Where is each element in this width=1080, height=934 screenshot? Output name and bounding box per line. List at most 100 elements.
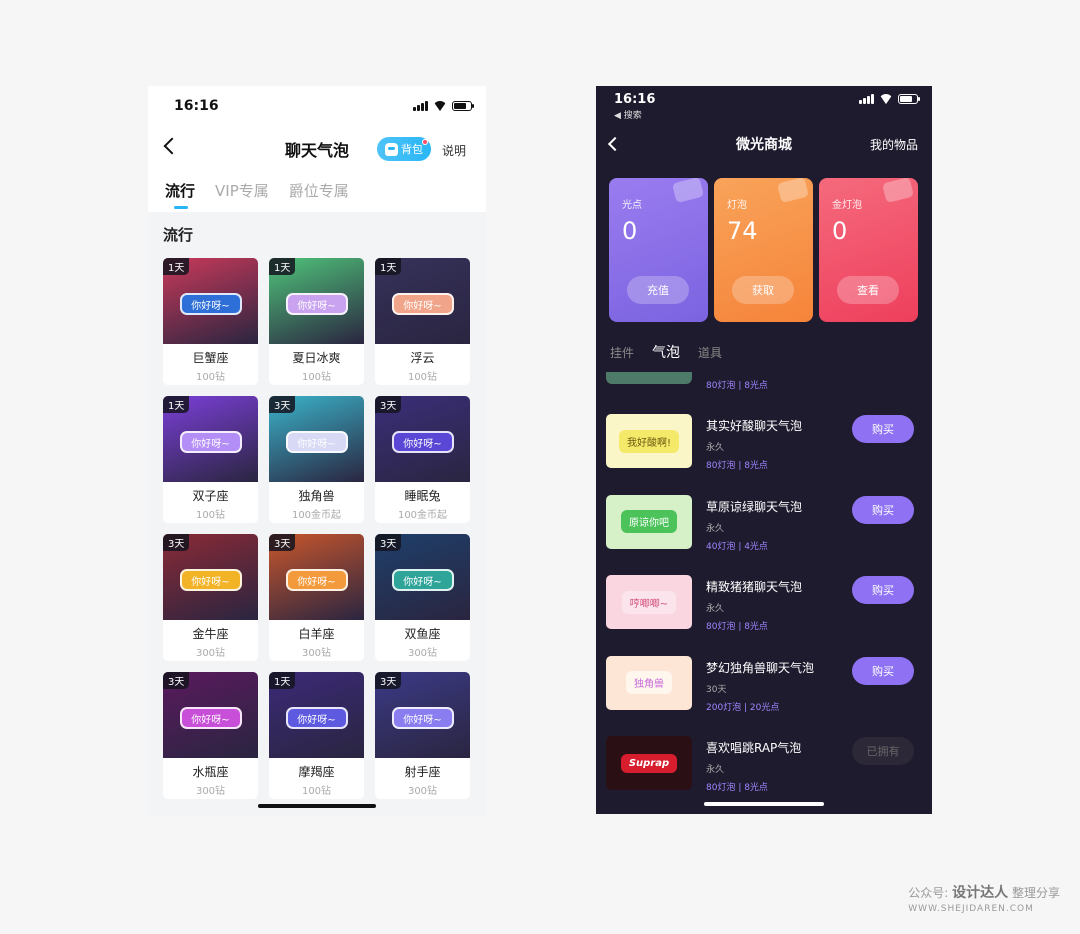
duration-badge: 1天: [269, 672, 296, 689]
currency-button[interactable]: 充值: [627, 276, 689, 304]
owned-button[interactable]: 已拥有: [852, 737, 914, 765]
bubble-name: 射手座: [404, 765, 441, 779]
currency-value: 74: [727, 217, 758, 245]
buy-button[interactable]: 购买: [852, 415, 914, 443]
bubble-price: 100钻: [301, 372, 332, 383]
item-price: 80灯泡 | 8光点: [706, 622, 768, 632]
bubble-preview: 3天 你好呀~: [375, 534, 470, 620]
currency-value: 0: [622, 217, 638, 245]
bubble-price: 100金币起: [291, 510, 342, 521]
duration-badge: 1天: [269, 258, 296, 275]
tab-vip[interactable]: VIP专属: [215, 180, 269, 205]
bubble-name: 摩羯座: [298, 765, 335, 779]
wifi-icon: [879, 94, 893, 104]
item-thumbnail: 独角兽: [606, 655, 692, 710]
buy-button[interactable]: 购买: [852, 495, 914, 524]
back-icon[interactable]: [163, 137, 181, 155]
content-area: 流行 1天 你好呀~ 巨蟹座 100钻 1天 你好呀~ 夏日冰爽 100钻 1天 你好呀~ 浮云 10…: [148, 212, 486, 816]
nav-bar: 聊天气泡 背包 说明: [148, 126, 486, 172]
currency-button[interactable]: 获取: [732, 276, 794, 304]
bubble-preview: 3天 你好呀~: [375, 396, 470, 482]
bubble-card[interactable]: 3天 你好呀~ 独角兽 100金币起: [269, 396, 364, 523]
item-price: 40灯泡 | 4光点: [706, 541, 768, 552]
item-thumbnail: 原谅你吧: [606, 494, 692, 549]
bubble-grid: 1天 你好呀~ 巨蟹座 100钻 1天 你好呀~ 夏日冰爽 100钻 1天 你好呀~ 浮云 100钻 1…: [163, 258, 471, 799]
item-info: 草原谅绿聊天气泡 永久 40灯泡 | 4光点: [706, 498, 802, 552]
bubble-card[interactable]: 1天 你好呀~ 浮云 100钻: [375, 258, 470, 385]
watermark-brand: 设计达人: [952, 885, 1009, 901]
currency-card: 灯泡 74 获取: [714, 178, 813, 322]
bubble-preview: 3天你好呀~: [269, 534, 364, 620]
currency-label: 灯泡: [727, 200, 747, 211]
bubble-price: 100钻: [195, 372, 226, 383]
tab-pendant[interactable]: 挂件: [610, 344, 634, 361]
bubble-name: 水瓶座: [192, 765, 229, 779]
tab-bar: 挂件 气泡 道具: [596, 322, 932, 362]
bubble-card[interactable]: 3天 你好呀~ 水瓶座 300钻: [163, 672, 258, 799]
duration-badge: 3天: [375, 534, 402, 551]
bag-button[interactable]: 背包: [377, 137, 431, 161]
thumbnail-bubble: 我好酸啊!: [618, 429, 679, 453]
bubble-price: 300钻: [195, 786, 226, 797]
item-thumbnail: [606, 372, 692, 384]
bubble-sample: 你好呀~: [179, 293, 242, 315]
bubble-price: 100金币起: [397, 510, 448, 521]
back-icon[interactable]: [607, 136, 623, 152]
right-phone-screen: 16:16 ◀ 搜索 微光商城 我的物品 光点 0 充值 灯泡 74 获取 金灯泡 0 查看 挂…: [596, 86, 932, 814]
bubble-card[interactable]: 3天 你好呀~ 双鱼座 300钻: [375, 534, 470, 661]
my-items-link[interactable]: 我的物品: [870, 136, 918, 153]
home-indicator: [258, 804, 376, 808]
bubble-card[interactable]: 1天 你好呀~ 双子座 100钻: [163, 396, 258, 523]
bubble-card[interactable]: 3天 你好呀~ 射手座 300钻: [375, 672, 470, 799]
tab-props[interactable]: 道具: [698, 344, 722, 361]
left-phone-screen: 16:16 聊天气泡 背包 说明 流行 VIP专属 爵位专属 流行 1天 你好呀~…: [148, 86, 486, 816]
section-title: 流行: [163, 226, 194, 244]
bubble-name: 巨蟹座: [192, 351, 229, 365]
thumbnail-bubble: 哼唧唧~: [621, 590, 677, 614]
duration-badge: 1天: [375, 258, 402, 275]
bubble-name: 白羊座: [298, 627, 335, 641]
bubble-card[interactable]: 3天 你好呀~ 睡眠兔 100金币起: [375, 396, 470, 523]
watermark: 公众号: 设计达人 整理分享 WWW.SHEJIDAREN.COM: [908, 882, 1060, 914]
bubble-card[interactable]: 1天你好呀~ 巨蟹座 100钻: [163, 258, 258, 385]
currency-label: 光点: [622, 200, 642, 211]
buy-button[interactable]: 购买: [852, 656, 914, 685]
help-link[interactable]: 说明: [442, 142, 466, 159]
bubble-price: 100钻: [195, 510, 226, 521]
duration-badge: 1天: [163, 258, 190, 275]
item-price: 200灯泡 | 20光点: [706, 702, 780, 713]
bubble-card[interactable]: 3天 你好呀~ 金牛座 300钻: [163, 534, 258, 661]
currency-button[interactable]: 查看: [837, 276, 899, 304]
bubble-price: 100钻: [301, 786, 332, 797]
item-name: 梦幻独角兽聊天气泡: [706, 660, 815, 675]
list-item: 我好酸啊! 其实好酸聊天气泡 永久 80灯泡 | 8光点 购买: [596, 414, 932, 495]
bubble-sample: 你好呀~: [285, 707, 348, 729]
bubble-name: 双子座: [192, 489, 229, 503]
bubble-name: 双鱼座: [404, 627, 441, 641]
bubble-preview: 3天 你好呀~: [163, 534, 258, 620]
back-to-app[interactable]: ◀ 搜索: [614, 108, 655, 121]
item-thumbnail: 我好酸啊!: [606, 414, 692, 468]
bubble-sample: 你好呀~: [285, 569, 348, 591]
tab-popular[interactable]: 流行: [165, 180, 195, 209]
bubble-name: 夏日冰爽: [292, 351, 341, 365]
battery-icon: [452, 101, 474, 111]
duration-badge: 1天: [163, 396, 190, 413]
bubble-card[interactable]: 1天 你好呀~ 夏日冰爽 100钻: [269, 258, 364, 385]
currency-label: 金灯泡: [832, 200, 862, 211]
item-name: 喜欢唱跳RAP气泡: [706, 741, 802, 755]
status-bar: 16:16: [148, 86, 486, 126]
tab-rank[interactable]: 爵位专属: [289, 180, 349, 205]
bubble-preview: 1天你好呀~: [269, 672, 364, 758]
bubble-card[interactable]: 3天 你好呀~ 白羊座 300钻: [269, 534, 364, 661]
duration-badge: 3天: [269, 534, 296, 551]
bubble-name: 睡眠兔: [404, 489, 441, 503]
item-name: 精致猪猪聊天气泡: [706, 580, 803, 594]
status-bar: 16:16 ◀ 搜索: [596, 86, 932, 122]
bubble-card[interactable]: 1天你好呀~ 摩羯座 100钻: [269, 672, 364, 799]
bubble-sample: 你好呀~: [391, 431, 454, 453]
bubble-name: 浮云: [410, 351, 435, 365]
buy-button[interactable]: 购买: [852, 576, 914, 604]
tab-bubble[interactable]: 气泡: [652, 342, 680, 362]
item-duration: 永久: [706, 443, 725, 453]
